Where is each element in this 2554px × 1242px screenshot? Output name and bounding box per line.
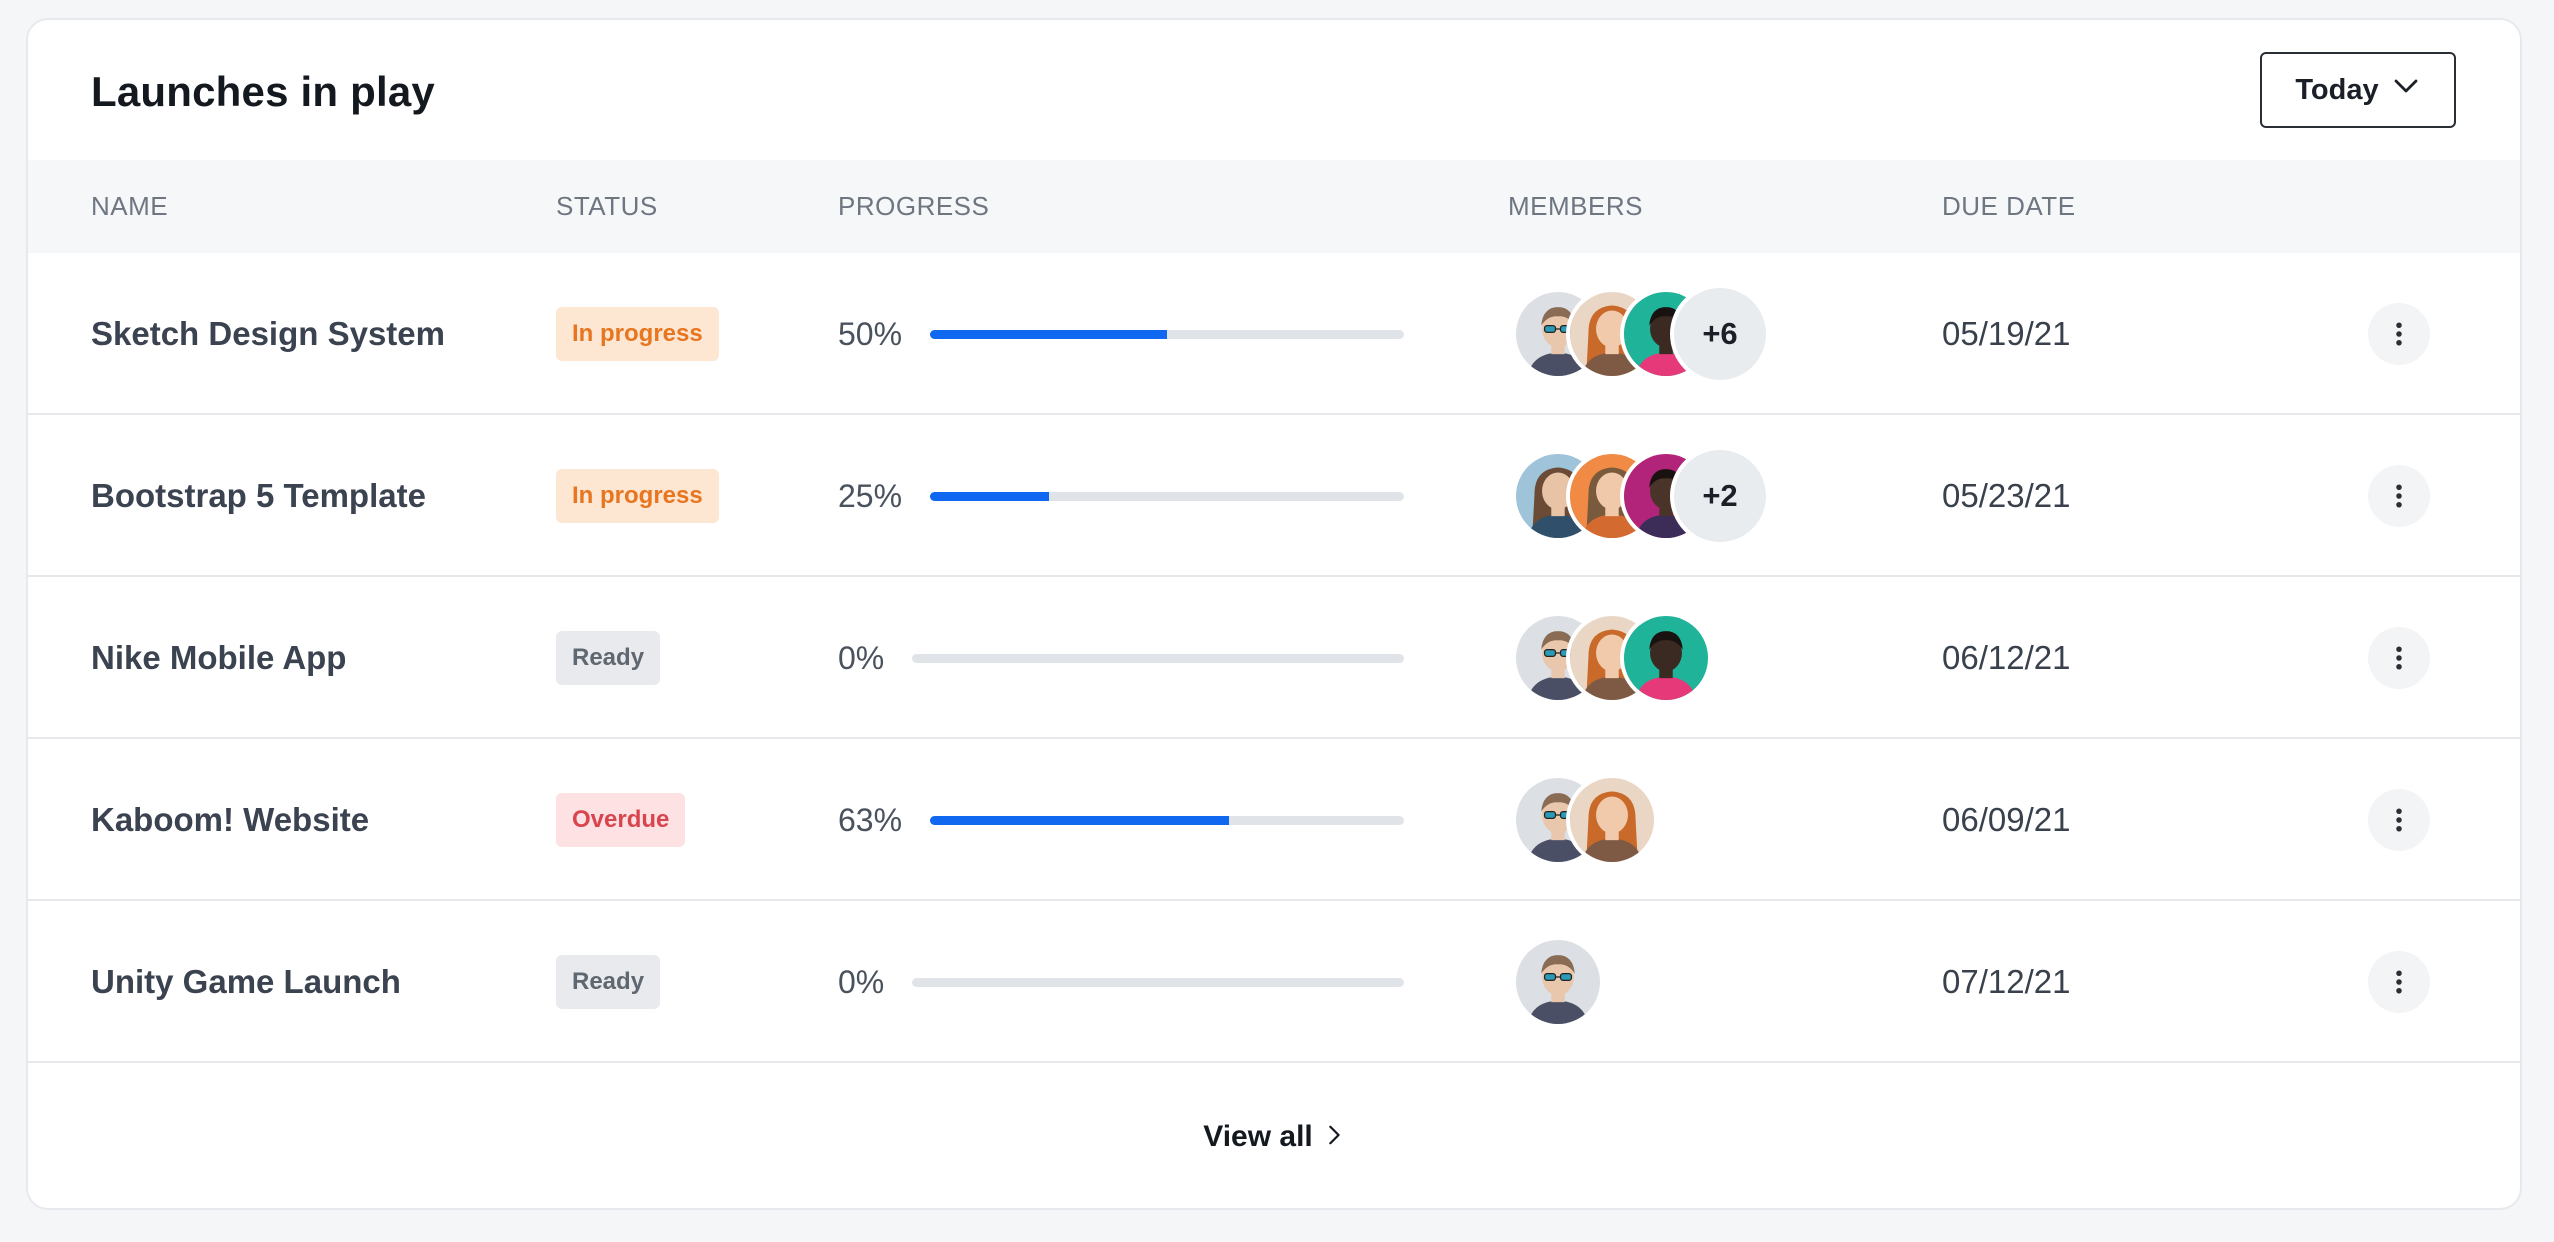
avatar-stack: +6 — [1512, 284, 1770, 384]
card-footer: View all — [28, 1064, 2520, 1208]
avatar-stack: +2 — [1512, 446, 1770, 546]
row-due-date: 06/12/21 — [1942, 639, 2071, 676]
row-name[interactable]: Unity Game Launch — [91, 901, 401, 1063]
row-actions — [2368, 577, 2430, 739]
status-badge: Ready — [556, 955, 661, 1009]
row-name[interactable]: Bootstrap 5 Template — [91, 415, 426, 577]
row-actions — [2368, 901, 2430, 1063]
avatar-stack — [1512, 774, 1658, 866]
row-members: +6 — [1512, 253, 1770, 415]
table-header: NAME STATUS PROGRESS MEMBERS DUE DATE — [28, 160, 2520, 253]
table-row[interactable]: Kaboom! Website Overdue 63% 06/09/21 — [28, 739, 2520, 901]
table-row[interactable]: Sketch Design System In progress 50% +6 05/1… — [28, 253, 2520, 415]
view-all-label: View all — [1203, 1120, 1313, 1153]
row-status: Overdue — [556, 739, 686, 901]
row-members — [1512, 577, 1712, 739]
progress-fill — [930, 329, 1167, 339]
row-members — [1512, 739, 1658, 901]
kebab-menu-icon[interactable] — [2368, 951, 2430, 1013]
row-actions — [2368, 253, 2430, 415]
progress-percent: 0% — [838, 639, 885, 676]
row-progress: 0% — [838, 901, 1404, 1063]
chevron-right-icon — [1323, 1120, 1345, 1154]
period-dropdown-button[interactable]: Today — [2260, 52, 2456, 128]
kebab-menu-icon[interactable] — [2368, 789, 2430, 851]
column-header-progress[interactable]: PROGRESS — [838, 160, 989, 253]
column-header-name[interactable]: NAME — [91, 160, 168, 253]
row-status: In progress — [556, 415, 719, 577]
row-due-date: 05/23/21 — [1942, 477, 2071, 514]
progress-fill — [930, 491, 1049, 501]
progress-track — [912, 653, 1404, 663]
row-progress: 25% — [838, 415, 1404, 577]
row-name[interactable]: Nike Mobile App — [91, 577, 346, 739]
avatar[interactable] — [1566, 774, 1658, 866]
row-due-date: 05/19/21 — [1942, 315, 2071, 352]
chevron-down-icon — [2391, 71, 2421, 109]
period-label: Today — [2295, 73, 2379, 106]
progress-track — [912, 977, 1404, 987]
progress-track — [930, 491, 1404, 501]
row-members: +2 — [1512, 415, 1770, 577]
status-badge: Ready — [556, 631, 661, 685]
row-actions — [2368, 739, 2430, 901]
launches-card: Launches in play Today NAME STATUS PROGR… — [26, 18, 2522, 1210]
row-members — [1512, 901, 1604, 1063]
column-header-due-date[interactable]: DUE DATE — [1942, 160, 2076, 253]
status-badge: Overdue — [556, 793, 686, 847]
column-header-status[interactable]: STATUS — [556, 160, 658, 253]
row-progress: 0% — [838, 577, 1404, 739]
avatar-stack — [1512, 936, 1604, 1028]
row-name[interactable]: Sketch Design System — [91, 253, 445, 415]
progress-percent: 50% — [838, 315, 903, 352]
progress-percent: 25% — [838, 477, 903, 514]
view-all-link[interactable]: View all — [1203, 1120, 1345, 1154]
card-title: Launches in play — [91, 68, 435, 115]
progress-track — [930, 329, 1404, 339]
column-header-members[interactable]: MEMBERS — [1508, 160, 1643, 253]
kebab-menu-icon[interactable] — [2368, 465, 2430, 527]
table-row[interactable]: Unity Game Launch Ready 0% 07/12/21 — [28, 901, 2520, 1063]
avatar[interactable] — [1620, 612, 1712, 704]
progress-percent: 63% — [838, 801, 903, 838]
status-badge: In progress — [556, 307, 719, 361]
row-progress: 50% — [838, 253, 1404, 415]
avatar[interactable] — [1512, 936, 1604, 1028]
row-actions — [2368, 415, 2430, 577]
row-status: Ready — [556, 901, 661, 1063]
row-status: In progress — [556, 253, 719, 415]
table-row[interactable]: Nike Mobile App Ready 0% 06/12/21 — [28, 577, 2520, 739]
row-due-date: 07/12/21 — [1942, 963, 2071, 1000]
kebab-menu-icon[interactable] — [2368, 303, 2430, 365]
progress-fill — [930, 815, 1229, 825]
card-header: Launches in play Today — [28, 20, 2520, 160]
kebab-menu-icon[interactable] — [2368, 627, 2430, 689]
row-status: Ready — [556, 577, 661, 739]
avatar-stack — [1512, 612, 1712, 704]
row-due-date: 06/09/21 — [1942, 801, 2071, 838]
more-members-count[interactable]: +2 — [1670, 446, 1770, 546]
progress-track — [930, 815, 1404, 825]
status-badge: In progress — [556, 469, 719, 523]
row-progress: 63% — [838, 739, 1404, 901]
row-name[interactable]: Kaboom! Website — [91, 739, 369, 901]
more-members-count[interactable]: +6 — [1670, 284, 1770, 384]
table-row[interactable]: Bootstrap 5 Template In progress 25% +2 05/2… — [28, 415, 2520, 577]
progress-percent: 0% — [838, 963, 885, 1000]
